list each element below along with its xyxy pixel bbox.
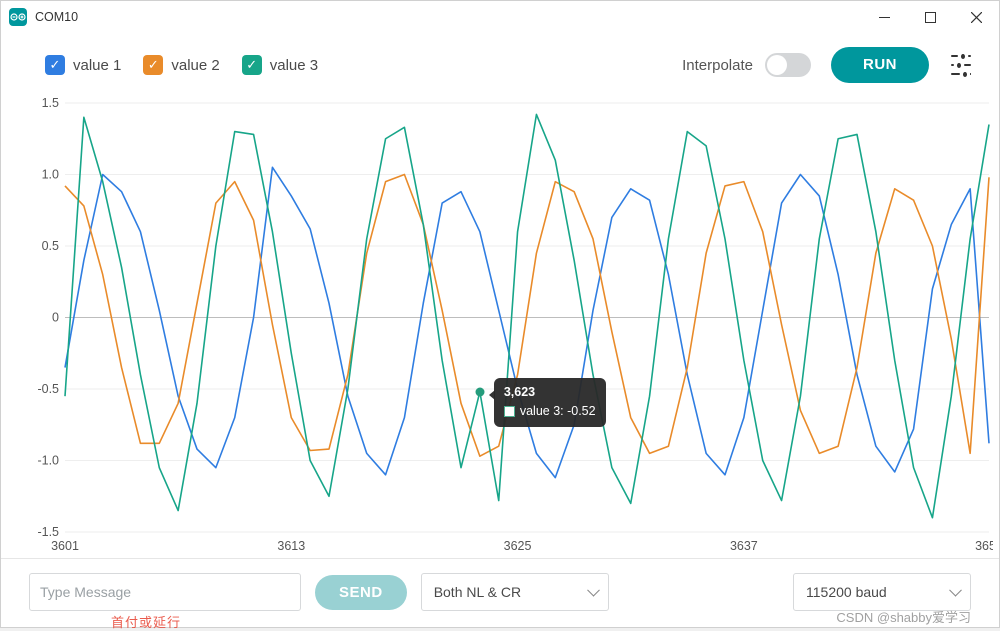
svg-text:0: 0 xyxy=(52,311,59,325)
svg-text:3650: 3650 xyxy=(975,539,993,553)
chart-area[interactable]: -1.5 -1.0 -0.5 0 0.5 1.0 1.5 3601 3613 3625 3637 36… xyxy=(1,91,999,554)
toolbar: ✓ value 1 ✓ value 2 ✓ value 3 Interpolat… xyxy=(1,33,999,91)
run-button[interactable]: RUN xyxy=(831,47,929,83)
baud-value: 115200 baud xyxy=(806,584,887,600)
svg-text:1.0: 1.0 xyxy=(42,168,59,182)
minimize-button[interactable] xyxy=(861,1,907,33)
svg-text:-0.5: -0.5 xyxy=(37,382,59,396)
interpolate-toggle[interactable] xyxy=(765,53,811,77)
legend: ✓ value 1 ✓ value 2 ✓ value 3 xyxy=(45,55,318,75)
title-left: COM10 xyxy=(9,8,78,26)
legend-label-1: value 1 xyxy=(73,57,121,74)
toolbar-right: Interpolate RUN xyxy=(682,47,971,83)
svg-text:3613: 3613 xyxy=(277,539,305,553)
app-window: COM10 ✓ value 1 ✓ value 2 xyxy=(0,0,1000,628)
legend-item-2[interactable]: ✓ value 2 xyxy=(143,55,219,75)
legend-label-3: value 3 xyxy=(270,57,318,74)
legend-item-3[interactable]: ✓ value 3 xyxy=(242,55,318,75)
line-ending-select[interactable]: Both NL & CR xyxy=(421,573,609,611)
svg-text:0.5: 0.5 xyxy=(42,239,59,253)
watermark-right: CSDN @shabby爱学习 xyxy=(836,607,971,626)
close-button[interactable] xyxy=(953,1,999,33)
baud-select[interactable]: 115200 baud xyxy=(793,573,971,611)
message-input[interactable] xyxy=(29,573,301,611)
window-controls xyxy=(861,1,999,33)
interpolate-label: Interpolate xyxy=(682,57,753,74)
arduino-icon xyxy=(9,8,27,26)
legend-checkbox-2[interactable]: ✓ xyxy=(143,55,163,75)
svg-text:3601: 3601 xyxy=(51,539,79,553)
interpolate-control: Interpolate xyxy=(682,53,811,77)
send-button[interactable]: SEND xyxy=(315,575,407,610)
settings-icon[interactable] xyxy=(949,54,971,76)
line-ending-value: Both NL & CR xyxy=(434,584,521,600)
legend-label-2: value 2 xyxy=(171,57,219,74)
svg-text:3637: 3637 xyxy=(730,539,758,553)
svg-text:-1.5: -1.5 xyxy=(37,525,59,539)
title-bar: COM10 xyxy=(1,1,999,33)
svg-text:3625: 3625 xyxy=(504,539,532,553)
hover-point xyxy=(475,387,484,396)
maximize-button[interactable] xyxy=(907,1,953,33)
svg-text:-1.0: -1.0 xyxy=(37,454,59,468)
svg-text:1.5: 1.5 xyxy=(42,97,59,110)
legend-checkbox-3[interactable]: ✓ xyxy=(242,55,262,75)
watermark-left: 首付或延行 xyxy=(111,612,181,631)
window-title: COM10 xyxy=(35,10,78,24)
legend-item-1[interactable]: ✓ value 1 xyxy=(45,55,121,75)
plot-svg: -1.5 -1.0 -0.5 0 0.5 1.0 1.5 3601 3613 3625 3637 36… xyxy=(37,97,993,554)
legend-checkbox-1[interactable]: ✓ xyxy=(45,55,65,75)
